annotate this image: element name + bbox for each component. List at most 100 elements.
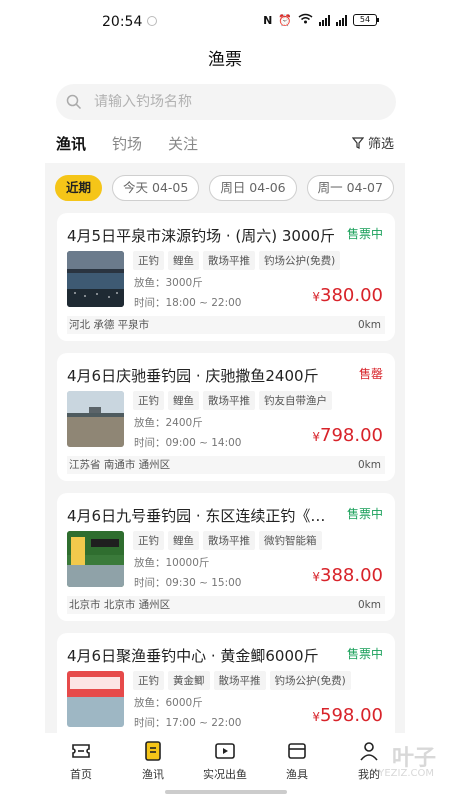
time-label: 时间：	[134, 577, 166, 589]
currency-symbol: ¥	[312, 570, 321, 584]
alarm-icon: ⏰	[278, 13, 292, 27]
tag: 正钓	[133, 391, 164, 410]
distance-text: 0km	[358, 319, 381, 331]
distance-text: 0km	[358, 459, 381, 471]
ticket-card[interactable]: 4月6日九号垂钓园 · 东区连续正钓《折... 售票中 正钓 鲤鱼 散场平推 微…	[57, 493, 395, 621]
date-chip-row: 近期 今天 04-05 周日 04-06 周一 04-07	[55, 175, 405, 201]
price: ¥598.00	[312, 705, 383, 726]
filter-button[interactable]: 筛选	[351, 133, 394, 152]
price-value: 388.00	[320, 565, 383, 586]
release-value: 3000斤	[165, 277, 203, 289]
currency-symbol: ¥	[312, 710, 321, 724]
nav-home[interactable]: 首页	[45, 733, 117, 800]
ticket-icon	[72, 744, 90, 758]
notification-dot-icon	[147, 16, 157, 26]
session-time: 时间：09:30 ~ 15:00	[134, 575, 242, 590]
nav-label: 实况出鱼	[203, 768, 247, 781]
nav-label: 我的	[358, 768, 380, 781]
user-icon	[360, 742, 378, 761]
distance-text: 0km	[358, 599, 381, 611]
release-amount: 放鱼：6000斤	[134, 695, 203, 710]
location-bar: 河北 承德 平泉市 0km	[67, 316, 385, 334]
tab-yuxun[interactable]: 渔讯	[56, 130, 86, 166]
price-value: 598.00	[320, 705, 383, 726]
ticket-card[interactable]: 4月6日聚渔垂钓中心 · 黄金鲫6000斤 售票中 正钓 黄金鲫 散场平推 钓场…	[57, 633, 395, 733]
venue-thumbnail	[67, 251, 124, 307]
time-value: 09:00 ~ 14:00	[165, 437, 242, 449]
price: ¥388.00	[312, 565, 383, 586]
currency-symbol: ¥	[312, 430, 321, 444]
time-value: 09:30 ~ 15:00	[165, 577, 242, 589]
release-amount: 放鱼：10000斤	[134, 555, 209, 570]
tag: 黄金鲫	[168, 671, 210, 690]
nav-label: 首页	[70, 768, 92, 781]
tag: 微钓智能箱	[259, 531, 322, 550]
tag: 正钓	[133, 251, 164, 270]
wifi-icon	[298, 13, 313, 27]
signal-icon-2	[336, 14, 347, 26]
venue-thumbnail	[67, 391, 124, 447]
release-label: 放鱼：	[134, 557, 166, 569]
price: ¥798.00	[312, 425, 383, 446]
tag: 散场平推	[203, 531, 255, 550]
tag: 鲤鱼	[168, 531, 199, 550]
session-time: 时间：09:00 ~ 14:00	[134, 435, 242, 450]
status-badge: 售罄	[358, 367, 383, 381]
search-bar[interactable]	[56, 84, 396, 120]
ticket-card[interactable]: 4月5日平泉市涞源钓场 · (周六) 3000斤 售票中 正钓 鲤鱼 散场平推 …	[57, 213, 395, 341]
nfc-icon: N	[263, 13, 273, 27]
tag: 正钓	[133, 531, 164, 550]
tag: 钓场公护(免费)	[259, 251, 341, 270]
status-badge: 售票中	[346, 507, 383, 521]
tag: 散场平推	[203, 391, 255, 410]
nav-label: 渔具	[286, 768, 308, 781]
status-icons: N ⏰ 54	[263, 13, 379, 27]
release-amount: 放鱼：3000斤	[134, 275, 203, 290]
location-bar: 北京市 北京市 通州区 0km	[67, 596, 385, 614]
date-chip-recent[interactable]: 近期	[55, 175, 103, 201]
filter-icon	[351, 136, 364, 149]
tab-diaochang[interactable]: 钓场	[112, 130, 142, 160]
location-text: 江苏省 南通市 通州区	[69, 459, 171, 471]
ticket-list: 近期 今天 04-05 周日 04-06 周一 04-07 4月5日平泉市涞源钓…	[45, 163, 405, 733]
ticket-card[interactable]: 4月6日庆驰垂钓园 · 庆驰撒鱼2400斤 售罄 正钓 鲤鱼 散场平推 钓友自带…	[57, 353, 395, 481]
date-chip-monday[interactable]: 周一 04-07	[306, 175, 394, 201]
battery-icon: 54	[353, 14, 379, 26]
release-label: 放鱼：	[134, 277, 166, 289]
tag-list: 正钓 黄金鲫 散场平推 钓场公护(免费)	[133, 671, 351, 690]
status-badge: 售票中	[346, 227, 383, 241]
date-chip-today[interactable]: 今天 04-05	[112, 175, 200, 201]
search-input[interactable]	[94, 94, 374, 110]
time-value: 17:00 ~ 22:00	[165, 717, 242, 729]
box-icon	[288, 743, 306, 759]
release-value: 6000斤	[165, 697, 203, 709]
status-time: 20:54	[102, 14, 143, 30]
tag-list: 正钓 鲤鱼 散场平推 微钓智能箱	[133, 531, 322, 550]
video-icon	[215, 743, 235, 759]
release-label: 放鱼：	[134, 697, 166, 709]
search-icon	[66, 94, 82, 110]
page-title: 渔票	[208, 50, 242, 70]
tag: 钓友自带渔户	[259, 391, 332, 410]
location-bar: 江苏省 南通市 通州区 0km	[67, 456, 385, 474]
tag: 鲤鱼	[168, 391, 199, 410]
nav-label: 渔讯	[142, 768, 164, 781]
card-title: 4月6日庆驰垂钓园 · 庆驰撒鱼2400斤	[67, 367, 319, 385]
date-chip-sunday[interactable]: 周日 04-06	[209, 175, 297, 201]
tab-guanzhu[interactable]: 关注	[168, 130, 198, 160]
tag-list: 正钓 鲤鱼 散场平推 钓友自带渔户	[133, 391, 332, 410]
home-indicator[interactable]	[165, 790, 287, 794]
receipt-icon	[145, 741, 161, 761]
time-label: 时间：	[134, 437, 166, 449]
watermark-url: YEZIZ.COM	[378, 768, 434, 779]
status-bar: 20:54 N ⏰ 54	[0, 0, 450, 44]
status-badge: 售票中	[346, 647, 383, 661]
time-value: 18:00 ~ 22:00	[165, 297, 242, 309]
tag-list: 正钓 鲤鱼 散场平推 钓场公护(免费)	[133, 251, 341, 270]
tag: 正钓	[133, 671, 164, 690]
filter-label: 筛选	[367, 137, 394, 152]
price: ¥380.00	[312, 285, 383, 306]
signal-icon	[319, 14, 330, 26]
price-value: 380.00	[320, 285, 383, 306]
tag: 散场平推	[203, 251, 255, 270]
